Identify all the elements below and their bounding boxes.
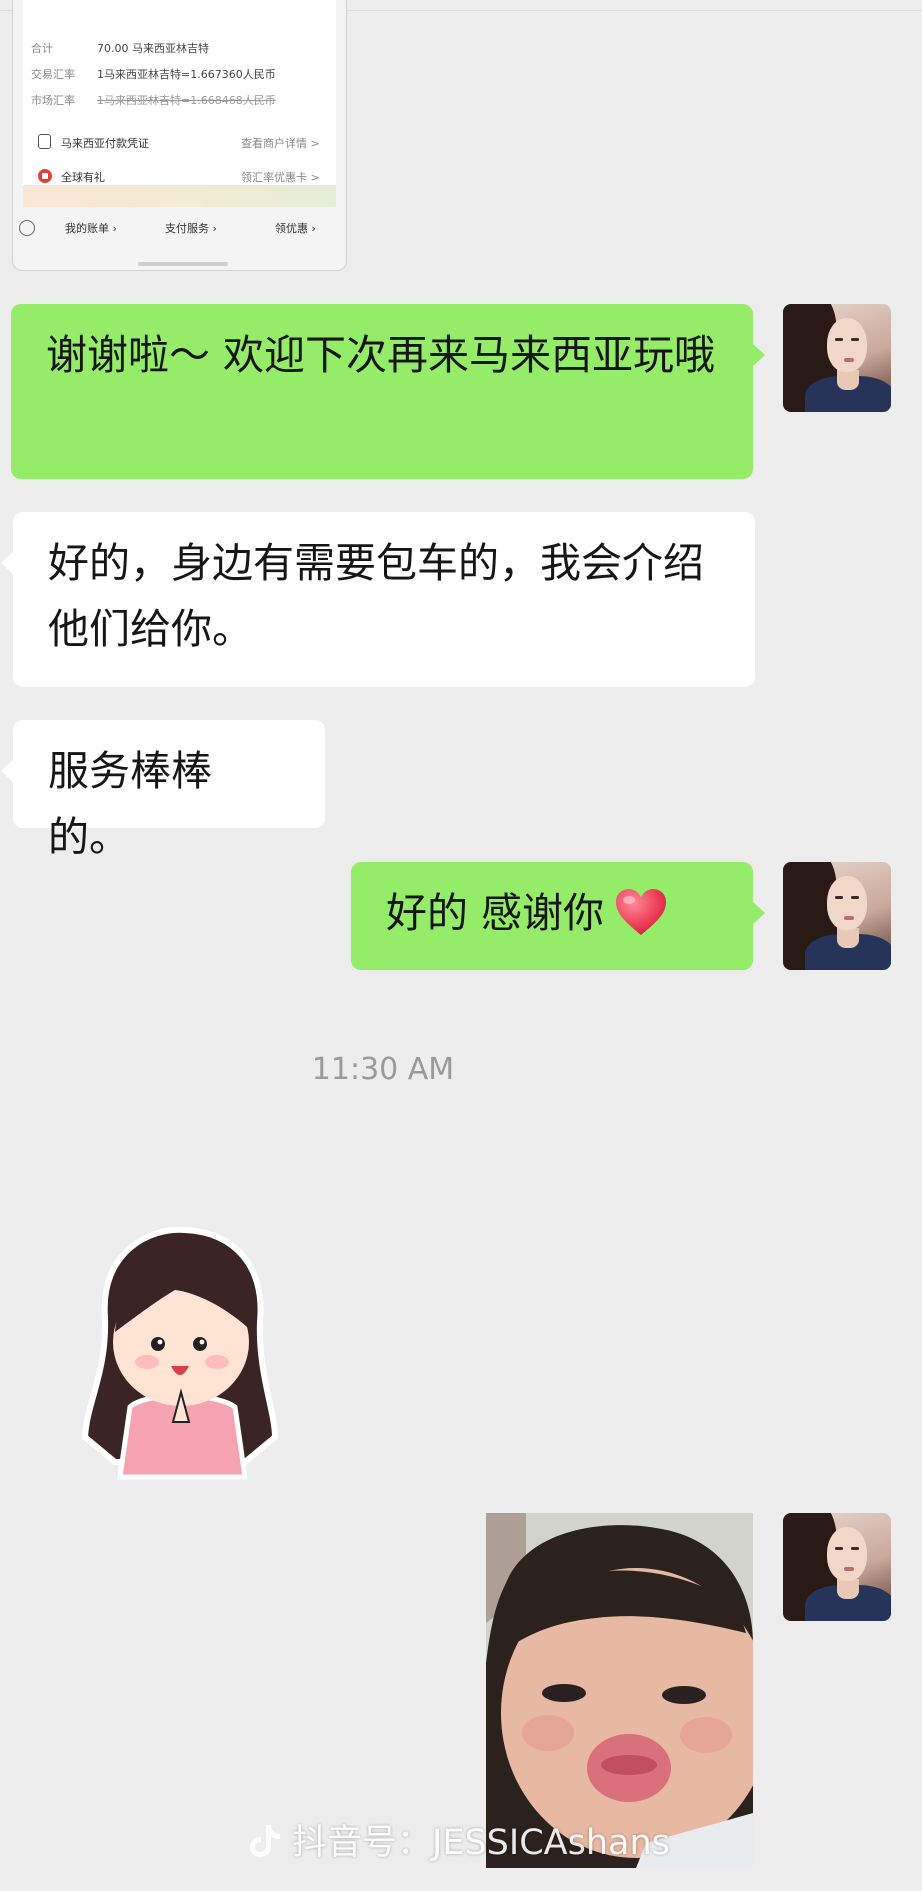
- heart-icon: [614, 887, 668, 937]
- message-timestamp: 11:30 AM: [311, 1052, 455, 1087]
- receipt-voucher-link[interactable]: 马来西亚付款凭证 查看商户详情 >: [61, 135, 320, 151]
- receipt-handle: [138, 262, 228, 266]
- receipt-screenshot-message[interactable]: 合计 70.00 马来西亚林吉特 交易汇率 1马来西亚林吉特=1.667360人民币…: [12, 0, 347, 271]
- message-text: 服务棒棒的。: [48, 747, 212, 861]
- receipt-footer-tint: [23, 185, 336, 207]
- message-text: 好的，身边有需要包车的，我会介绍他们给你。: [48, 539, 704, 653]
- receipt-total-row: 合计 70.00 马来西亚林吉特: [31, 42, 209, 55]
- receipt-rate-row: 交易汇率 1马来西亚林吉特=1.667360人民币: [31, 68, 276, 81]
- thank-you-sticker[interactable]: [75, 1222, 285, 1482]
- avatar[interactable]: [783, 1513, 891, 1621]
- avatar[interactable]: [783, 862, 891, 970]
- receipt-tab-offers[interactable]: 领优惠 ›: [275, 220, 316, 236]
- service-circle-icon: [19, 220, 35, 236]
- avatar[interactable]: [783, 304, 891, 412]
- douyin-icon: [248, 1823, 282, 1859]
- receipt-doc-icon: [38, 134, 51, 149]
- receipt-tab-services[interactable]: 支付服务 ›: [165, 220, 217, 236]
- douyin-watermark: 抖音号：JESSICAshans: [248, 1814, 670, 1864]
- received-message-bubble[interactable]: 好的，身边有需要包车的，我会介绍他们给你。: [1, 512, 755, 687]
- receipt-market-rate-row: 市场汇率 1马来西亚林吉特=1.668468人民币: [31, 94, 276, 107]
- sent-message-bubble[interactable]: 好的 感谢你: [351, 862, 765, 970]
- gift-icon: [38, 169, 52, 183]
- watermark-prefix: 抖音号：: [292, 1823, 433, 1863]
- receipt-bottom-bar: 我的账单 › 支付服务 › 领优惠 ›: [13, 212, 346, 242]
- watermark-handle: JESSICAshans: [432, 1823, 670, 1863]
- received-message-bubble[interactable]: 服务棒棒的。: [1, 720, 325, 861]
- receipt-tab-bills[interactable]: 我的账单 ›: [65, 220, 117, 236]
- receipt-gift-link[interactable]: 全球有礼 领汇率优惠卡 >: [61, 169, 320, 185]
- message-text: 好的 感谢你: [386, 889, 605, 937]
- message-text: 谢谢啦～ 欢迎下次再来马来西亚玩哦: [46, 331, 716, 379]
- sent-message-bubble[interactable]: 谢谢啦～ 欢迎下次再来马来西亚玩哦: [11, 304, 765, 479]
